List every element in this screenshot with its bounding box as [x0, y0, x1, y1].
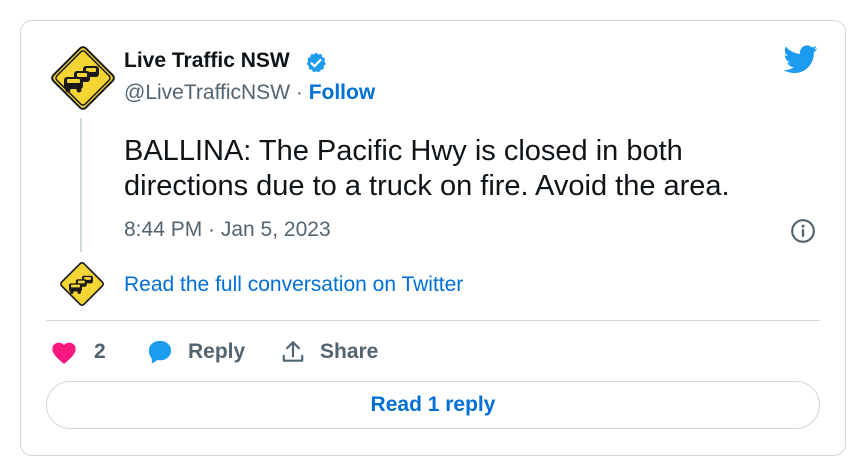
tweet-timestamp[interactable]: 8:44 PM · Jan 5, 2023 [124, 218, 331, 242]
tweet-text: BALLINA: The Pacific Hwy is closed in bo… [124, 135, 730, 202]
handle-separator: · [290, 81, 309, 104]
handle-row: @LiveTrafficNSW · Follow [124, 81, 375, 105]
avatar[interactable] [45, 40, 121, 116]
read-conversation-link[interactable]: Read the full conversation on Twitter [124, 273, 463, 297]
read-replies-button[interactable]: Read 1 reply [46, 381, 820, 429]
heart-icon [52, 342, 76, 365]
reply-button[interactable]: Reply [146, 334, 245, 370]
share-upload-icon [282, 341, 304, 362]
share-button[interactable]: Share [280, 334, 378, 370]
verified-badge-icon [306, 52, 326, 73]
divider [46, 320, 820, 321]
reply-label: Reply [188, 340, 246, 363]
like-count: 2 [94, 340, 106, 363]
avatar[interactable] [56, 258, 108, 310]
author-handle[interactable]: @LiveTrafficNSW [124, 81, 290, 104]
follow-button[interactable]: Follow [309, 81, 376, 104]
info-icon[interactable] [790, 218, 816, 244]
read-replies-label: Read 1 reply [370, 393, 496, 416]
share-label: Share [320, 340, 379, 363]
speech-bubble-icon [148, 340, 172, 364]
author-name[interactable]: Live Traffic NSW [124, 49, 290, 73]
thread-line [80, 118, 82, 252]
like-button[interactable]: 2 [50, 334, 106, 370]
twitter-bird-icon[interactable] [782, 42, 820, 76]
